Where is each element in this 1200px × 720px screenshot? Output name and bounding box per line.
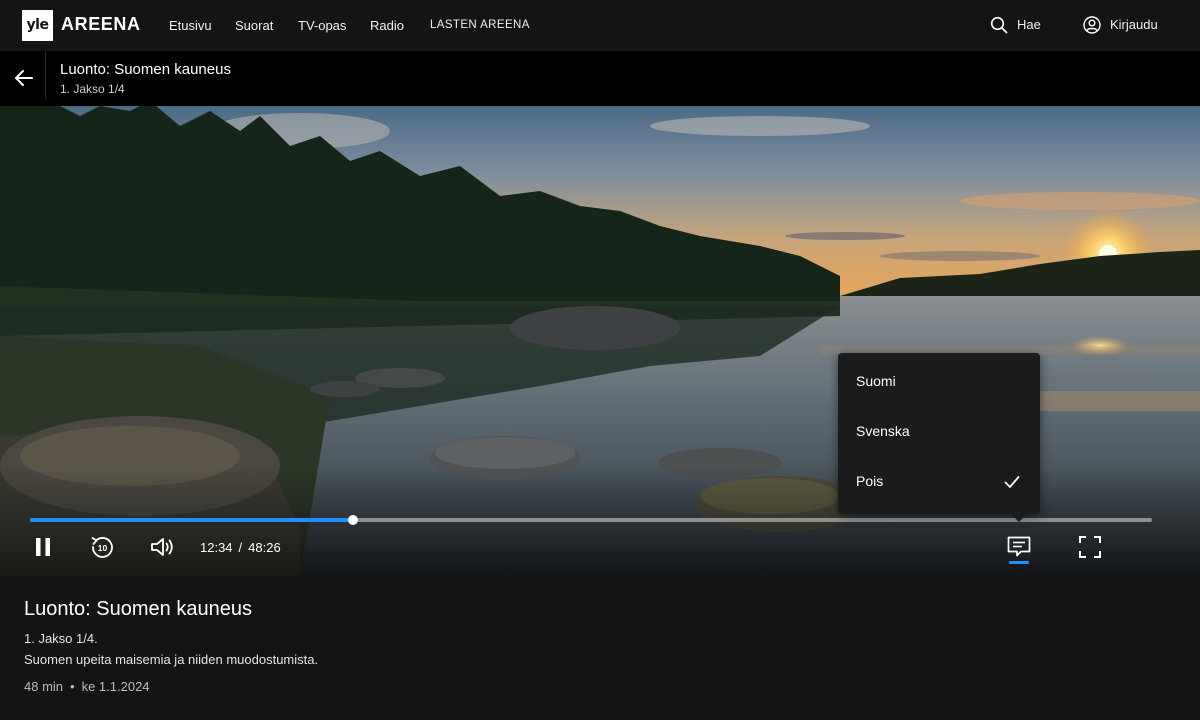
nav-item-suorat[interactable]: Suorat [235,18,273,33]
top-navigation: yle AREENA Etusivu Suorat TV-opas Radio … [0,0,1200,51]
program-info-episode: 1. Jakso 1/4. [24,631,98,646]
program-title: Luonto: Suomen kauneus [60,61,231,78]
program-info-title: Luonto: Suomen kauneus [24,598,252,620]
checkmark-icon [1004,476,1020,488]
subtitle-language-menu: Suomi Svenska Pois [838,353,1040,514]
progress-scrubber-handle[interactable] [347,515,358,525]
progress-bar[interactable] [30,515,1152,525]
program-info-description: Suomen upeita maisemia ja niiden muodost… [24,652,319,667]
volume-icon[interactable] [149,534,175,560]
progress-fill [30,518,353,522]
user-icon[interactable] [1083,16,1101,34]
nav-item-radio[interactable]: Radio [370,18,404,33]
episode-subtitle: 1. Jakso 1/4 [60,82,125,96]
time-separator: / [238,540,243,555]
nav-item-tv-opas[interactable]: TV-opas [298,18,346,33]
replay-seconds-label: 10 [98,543,108,553]
nav-item-etusivu[interactable]: Etusivu [169,18,212,33]
subtitle-option-pois[interactable]: Pois [856,473,883,489]
areena-logo-text[interactable]: AREENA [61,14,141,35]
search-label[interactable]: Hae [1017,17,1041,32]
back-arrow-icon[interactable] [12,66,36,90]
meta-bullet: • [70,679,75,694]
yle-logo[interactable]: yle [22,10,53,41]
search-icon[interactable] [990,16,1008,34]
subtitle-option-svenska[interactable]: Svenska [856,423,910,439]
program-info-meta: 48 min • ke 1.1.2024 [24,679,150,694]
pause-icon[interactable] [30,534,56,560]
subtitles-icon[interactable] [1006,534,1032,560]
nav-item-lasten-areena[interactable]: LASTEN AREENA [430,19,530,31]
total-duration: 48:26 [248,540,281,555]
program-date: ke 1.1.2024 [81,679,150,694]
replay-10-icon[interactable]: 10 [89,534,115,560]
subtitle-menu-pointer [1011,514,1027,522]
login-label[interactable]: Kirjaudu [1110,17,1158,32]
subtitle-option-suomi[interactable]: Suomi [856,373,896,389]
current-time: 12:34 [200,540,233,555]
playback-time: 12:34 / 48:26 [200,540,281,555]
player-title-bar: Luonto: Suomen kauneus 1. Jakso 1/4 [0,51,1200,106]
fullscreen-icon[interactable] [1077,534,1103,560]
program-length: 48 min [24,679,64,694]
title-bar-divider [45,51,46,99]
subtitles-active-indicator [1009,561,1029,564]
